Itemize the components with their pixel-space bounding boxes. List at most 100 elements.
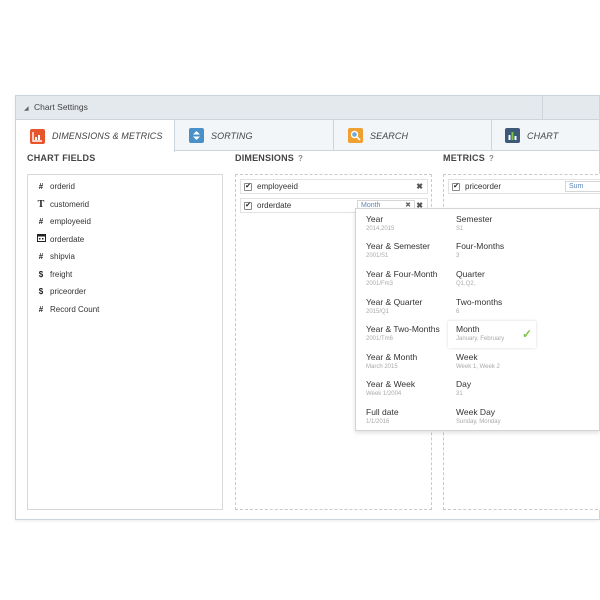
option-month[interactable]: Month January, February ✓ — [448, 321, 536, 348]
option-label: Year & Two-Months — [366, 324, 440, 334]
option-quarter[interactable]: Quarter Q1,Q2, — [456, 269, 546, 295]
calendar-icon — [36, 234, 46, 244]
dimension-label: orderdate — [257, 201, 292, 210]
dimension-label: employeeid — [257, 182, 298, 191]
tab-label: DIMENSIONS & METRICS — [52, 131, 163, 141]
chart-fields-title: CHART FIELDS — [27, 153, 95, 163]
dimension-checkbox[interactable]: ✔ — [244, 201, 252, 210]
option-four-months[interactable]: Four-Months 3 — [456, 241, 546, 267]
option-year-four-month[interactable]: Year & Four-Month 2001/Fm3 — [366, 269, 456, 295]
option-year-two-months[interactable]: Year & Two-Months 2001/Tm6 — [366, 324, 456, 350]
collapse-triangle-icon[interactable]: ◢ — [24, 106, 29, 112]
option-sample: 1/1/2016 — [366, 419, 390, 425]
option-label: Day — [456, 379, 472, 389]
option-year-month[interactable]: Year & Month March 2015 — [366, 352, 456, 378]
dimensions-metrics-icon — [30, 128, 45, 144]
dimensions-title: DIMENSIONS? — [235, 153, 303, 163]
tab-sorting[interactable]: SORTING — [175, 120, 334, 151]
option-sample: 2015/Q1 — [366, 309, 390, 315]
option-label: Year & Week — [366, 379, 416, 389]
field-priceorder[interactable]: $ priceorder — [36, 283, 86, 299]
tab-label: SEARCH — [370, 130, 409, 141]
option-sample: Week 1, Week 2 — [456, 364, 500, 370]
metric-label: priceorder — [465, 182, 502, 191]
option-label: Week — [456, 352, 478, 362]
metrics-help-icon[interactable]: ? — [489, 154, 494, 163]
option-sample: Q1,Q2, — [456, 281, 476, 287]
option-label: Two-months — [456, 297, 503, 307]
panel-header[interactable]: ◢ Chart Settings — [16, 96, 599, 120]
option-year-week[interactable]: Year & Week Week 1/2004 — [366, 379, 456, 405]
field-orderid[interactable]: # orderid — [36, 178, 75, 194]
option-sample: S1 — [456, 226, 464, 232]
field-label: Record Count — [50, 304, 100, 314]
field-freight[interactable]: $ freight — [36, 266, 72, 282]
currency-icon: $ — [38, 286, 44, 296]
tab-search[interactable]: SEARCH — [334, 120, 492, 151]
option-sample: 2001/Tm6 — [366, 336, 394, 342]
option-label: Quarter — [456, 269, 485, 279]
tab-dimensions-metrics[interactable]: DIMENSIONS & METRICS — [16, 120, 175, 152]
option-label: Year — [366, 214, 384, 224]
tab-chart[interactable]: CHART — [492, 120, 600, 151]
option-week-day[interactable]: Week Day Sunday, Monday — [456, 407, 546, 430]
chart-fields-title-text: CHART FIELDS — [27, 153, 96, 163]
search-icon — [348, 128, 363, 143]
option-sample: Sunday, Monday — [456, 419, 501, 425]
aggregation-select[interactable]: Sum — [565, 181, 600, 192]
field-label: priceorder — [50, 286, 87, 296]
option-sample: 6 — [456, 309, 460, 315]
field-orderdate[interactable]: orderdate — [36, 231, 84, 247]
metrics-title: METRICS? — [443, 153, 494, 163]
header-divider — [542, 96, 543, 119]
number-icon: # — [38, 304, 44, 314]
option-year-semester[interactable]: Year & Semester 2001/S1 — [366, 241, 456, 267]
option-year[interactable]: Year 2014,2015 — [366, 214, 456, 240]
field-employeeid[interactable]: # employeeid — [36, 213, 91, 229]
option-sample: Week 1/2004 — [366, 391, 402, 397]
option-semester[interactable]: Semester S1 — [456, 214, 546, 240]
tab-bar: DIMENSIONS & METRICS SORTING SEARCH CHAR… — [16, 120, 600, 152]
remove-dimension-button[interactable]: ✖ — [416, 182, 423, 191]
metric-priceorder[interactable]: ✔ priceorder Sum — [448, 179, 600, 194]
number-icon: # — [38, 181, 44, 191]
field-customerid[interactable]: Tcustomerid — [36, 196, 89, 212]
number-icon: # — [38, 216, 44, 226]
option-label: Semester — [456, 214, 493, 224]
option-sample: 3 — [456, 253, 460, 259]
dimension-employeeid[interactable]: ✔ employeeid ✖ — [240, 179, 428, 194]
option-day[interactable]: Day 31 — [456, 379, 546, 405]
tab-label: SORTING — [211, 130, 253, 141]
field-label: shipvia — [50, 251, 75, 261]
field-label: orderid — [50, 181, 75, 191]
field-shipvia[interactable]: # shipvia — [36, 248, 75, 264]
option-week[interactable]: Week Week 1, Week 2 — [456, 352, 546, 378]
dimensions-title-text: DIMENSIONS — [235, 153, 295, 163]
currency-icon: $ — [38, 269, 44, 279]
option-label: Year & Four-Month — [366, 269, 438, 279]
field-record-count[interactable]: # Record Count — [36, 301, 100, 317]
option-full-date[interactable]: Full date 1/1/2016 — [366, 407, 456, 430]
option-label: Full date — [366, 407, 399, 417]
dimension-checkbox[interactable]: ✔ — [244, 182, 252, 191]
field-label: freight — [50, 269, 73, 279]
option-sample: 2001/S1 — [366, 253, 389, 259]
bar-chart-icon — [505, 128, 520, 143]
option-sample: 2001/Fm3 — [366, 281, 394, 287]
sort-icon — [189, 128, 204, 143]
chart-fields-list: # orderid Tcustomerid # employeeid orderda… — [27, 174, 223, 510]
option-two-months[interactable]: Two-months 6 — [456, 297, 546, 323]
metrics-title-text: METRICS — [443, 153, 485, 163]
option-label: Four-Months — [456, 241, 505, 251]
text-icon: T — [37, 198, 45, 210]
option-label: Year & Semester — [366, 241, 430, 251]
field-label: customerid — [50, 199, 90, 209]
number-icon: # — [38, 251, 44, 261]
option-year-quarter[interactable]: Year & Quarter 2015/Q1 — [366, 297, 456, 323]
tab-label: CHART — [527, 130, 559, 141]
option-label: Year & Quarter — [366, 297, 423, 307]
dimensions-help-icon[interactable]: ? — [298, 154, 303, 163]
metric-checkbox[interactable]: ✔ — [452, 182, 460, 191]
panel-title: Chart Settings — [34, 102, 88, 112]
option-sample: 2014,2015 — [366, 226, 395, 232]
